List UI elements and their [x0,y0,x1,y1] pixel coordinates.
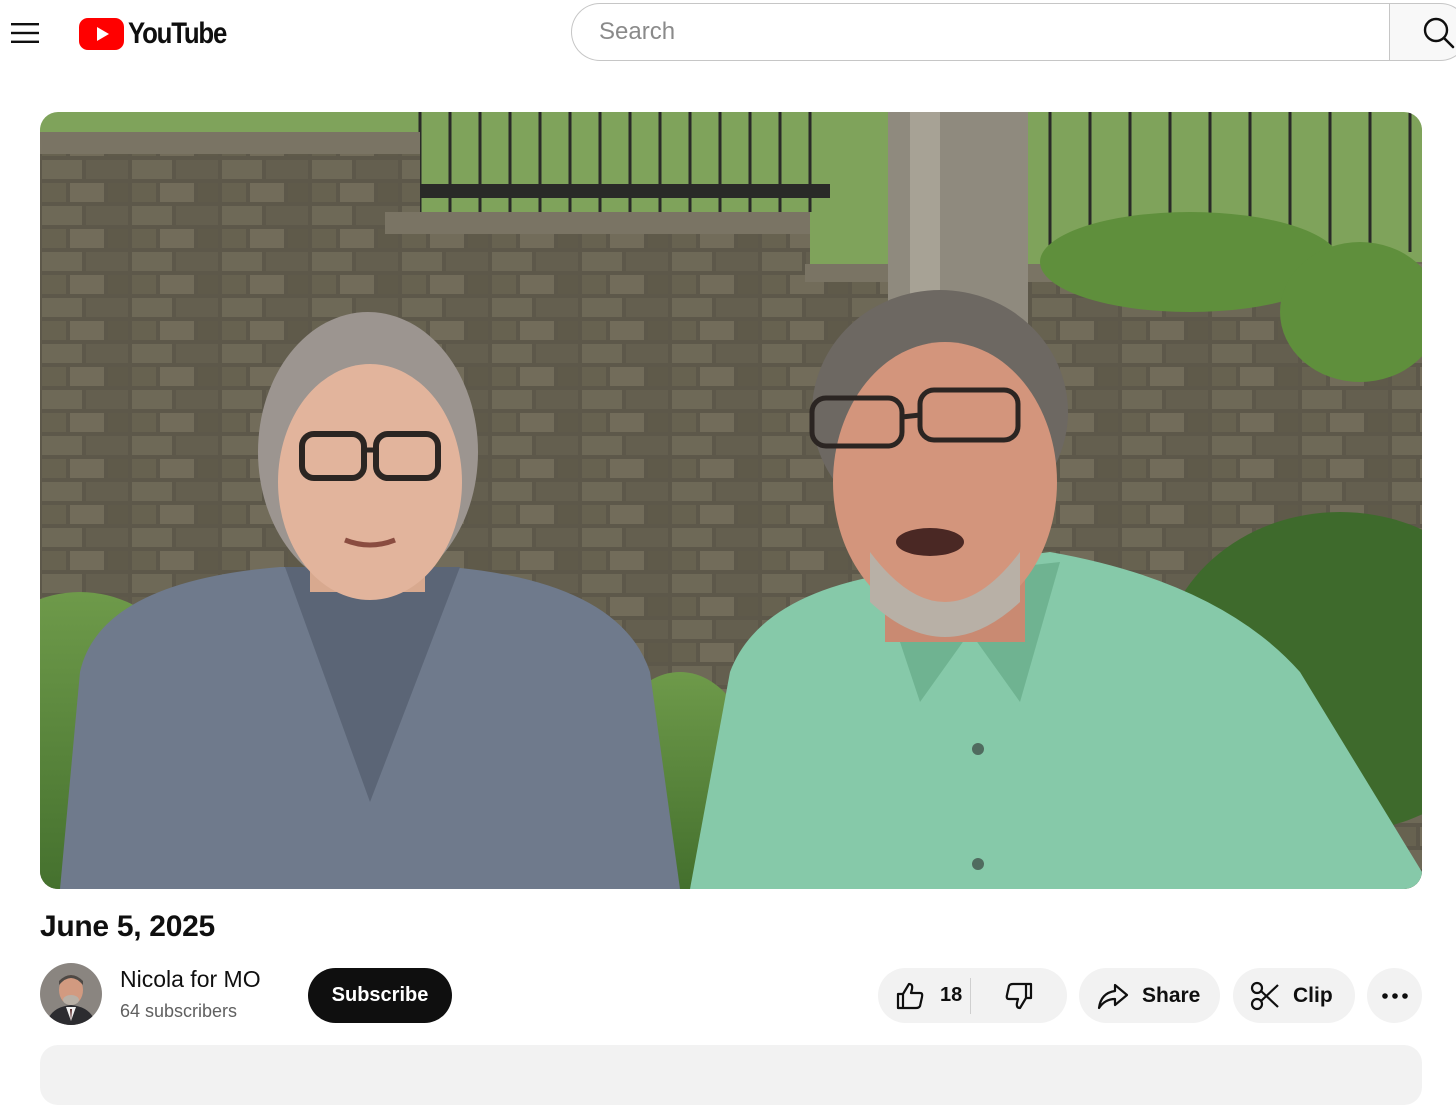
search-icon [1423,17,1455,49]
like-button[interactable]: 18 [878,968,970,1023]
share-button[interactable]: Share [1079,968,1220,1023]
channel-name[interactable]: Nicola for MO [120,966,261,993]
hamburger-menu-icon [11,23,39,43]
search-input[interactable] [597,17,1389,47]
masthead: YouTube [0,0,1456,68]
guide-menu-button[interactable] [8,18,42,48]
search-bar[interactable] [571,3,1389,61]
video-title: June 5, 2025 [40,910,215,943]
clip-button[interactable]: Clip [1233,968,1355,1023]
like-count: 18 [940,984,963,1006]
video-frame-image [40,112,1422,889]
subscribe-button[interactable]: Subscribe [308,968,452,1023]
subscriber-count: 64 subscribers [120,1001,238,1021]
video-player[interactable] [40,112,1422,889]
dislike-button[interactable] [971,968,1067,1023]
share-label: Share [1142,983,1201,1007]
channel-avatar[interactable] [40,963,102,1025]
more-actions-button[interactable] [1367,968,1422,1023]
share-arrow-icon [1097,983,1129,1009]
description-box[interactable] [40,1045,1422,1105]
thumbs-down-icon [1005,982,1033,1009]
logo-wordmark: YouTube [128,17,227,50]
clip-label: Clip [1293,983,1333,1007]
more-horizontal-icon [1381,992,1408,999]
like-dislike-group: 18 [878,968,1067,1023]
search-button[interactable] [1389,3,1456,61]
scissors-icon [1250,981,1279,1010]
youtube-logo[interactable]: YouTube [79,17,242,51]
youtube-play-icon [79,18,124,50]
thumbs-up-icon [896,982,924,1009]
channel-avatar-image [40,963,102,1025]
